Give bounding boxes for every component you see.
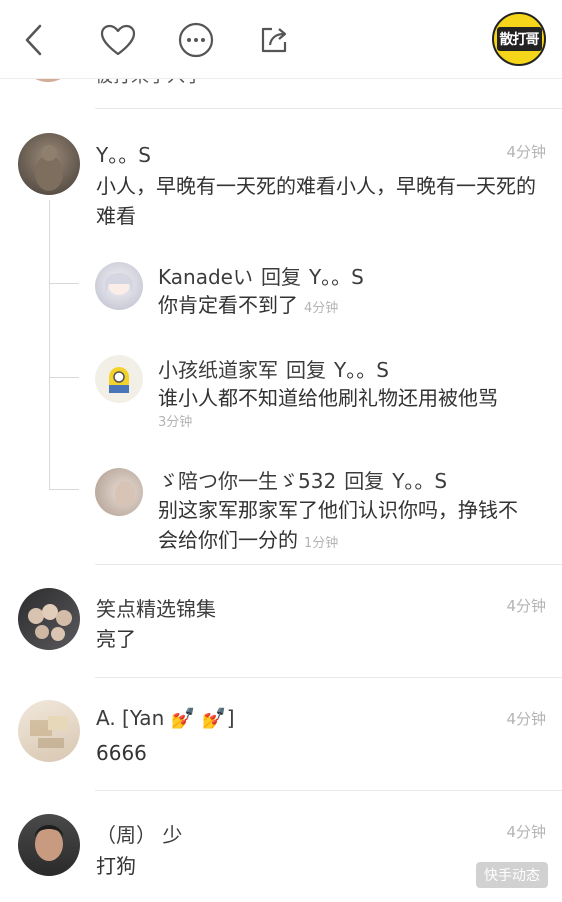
reply-word: 回复 (344, 469, 385, 493)
comment-author[interactable]: Y。。S (96, 139, 151, 168)
reply-target[interactable]: Y。。S (334, 358, 389, 382)
reply-word: 回复 (260, 265, 301, 289)
avatar[interactable] (18, 814, 80, 876)
comment-text: 6666 (96, 741, 147, 765)
comment-author[interactable]: A. [Yan 💅 💅] (96, 706, 235, 730)
comment-text: 亮了 (96, 627, 136, 651)
back-chevron-icon[interactable] (14, 20, 54, 60)
reply-time: 3分钟 (158, 415, 193, 430)
reply-author[interactable]: ゞ陪つ你一生ゞ532 (158, 469, 336, 493)
avatar[interactable] (18, 133, 80, 195)
heart-icon[interactable] (98, 20, 138, 60)
reply-text: 谁小人都不知道给他刷礼物还用被他骂 (158, 386, 498, 410)
channel-badge[interactable]: 散打哥 (492, 12, 546, 66)
thread-branch (49, 283, 79, 284)
comment-time: 4分钟 (506, 597, 546, 615)
reply-author[interactable]: Kanadeい (158, 265, 253, 289)
badge-label: 散打哥 (496, 27, 542, 51)
comment-text: 打狗 (96, 854, 136, 878)
reply-author-line: Kanadeい 回复 Y。。S (158, 261, 364, 290)
avatar[interactable] (95, 468, 143, 516)
avatar[interactable] (18, 700, 80, 762)
avatar[interactable] (18, 588, 80, 650)
reply-text: 你肯定看不到了 (158, 293, 298, 317)
divider (95, 564, 562, 565)
comment-time: 4分钟 (506, 823, 546, 841)
reply-author[interactable]: 小孩纸道家军 (158, 358, 278, 382)
comment-time: 4分钟 (506, 143, 546, 161)
avatar[interactable] (95, 355, 143, 403)
reply-text-line: 你肯定看不到了 4分钟 (158, 290, 548, 324)
reply-text-line: 别这家军那家军了他们认识你吗，挣钱不会给你们一分的 1分钟 (158, 495, 530, 559)
comment-text: 小人，早晚有一天死的难看小人，早晚有一天死的难看 (96, 174, 536, 228)
thread-branch (49, 489, 79, 490)
reply-target[interactable]: Y。。S (392, 469, 447, 493)
share-icon[interactable] (254, 20, 294, 60)
more-dots-icon[interactable] (176, 20, 216, 60)
divider (95, 790, 562, 791)
reply-author-line: 小孩纸道家军 回复 Y。。S (158, 354, 389, 383)
avatar[interactable] (95, 262, 143, 310)
divider (95, 108, 562, 109)
reply-time: 4分钟 (304, 301, 339, 316)
reply-text: 别这家军那家军了他们认识你吗，挣钱不会给你们一分的 (158, 498, 518, 552)
reply-author-line: ゞ陪つ你一生ゞ532 回复 Y。。S (158, 465, 447, 494)
watermark: 快手动态 (476, 862, 548, 888)
thread-line (49, 200, 50, 490)
reply-time: 1分钟 (304, 536, 339, 551)
top-bar: 散打哥 (0, 0, 562, 79)
reply-word: 回复 (286, 358, 326, 382)
thread-branch (49, 377, 79, 378)
comment-author[interactable]: 笑点精选锦集 (96, 593, 216, 622)
comment-author[interactable]: （周） 少 (96, 819, 182, 848)
comment-time: 4分钟 (506, 710, 546, 728)
divider (95, 677, 562, 678)
reply-target[interactable]: Y。。S (309, 265, 364, 289)
